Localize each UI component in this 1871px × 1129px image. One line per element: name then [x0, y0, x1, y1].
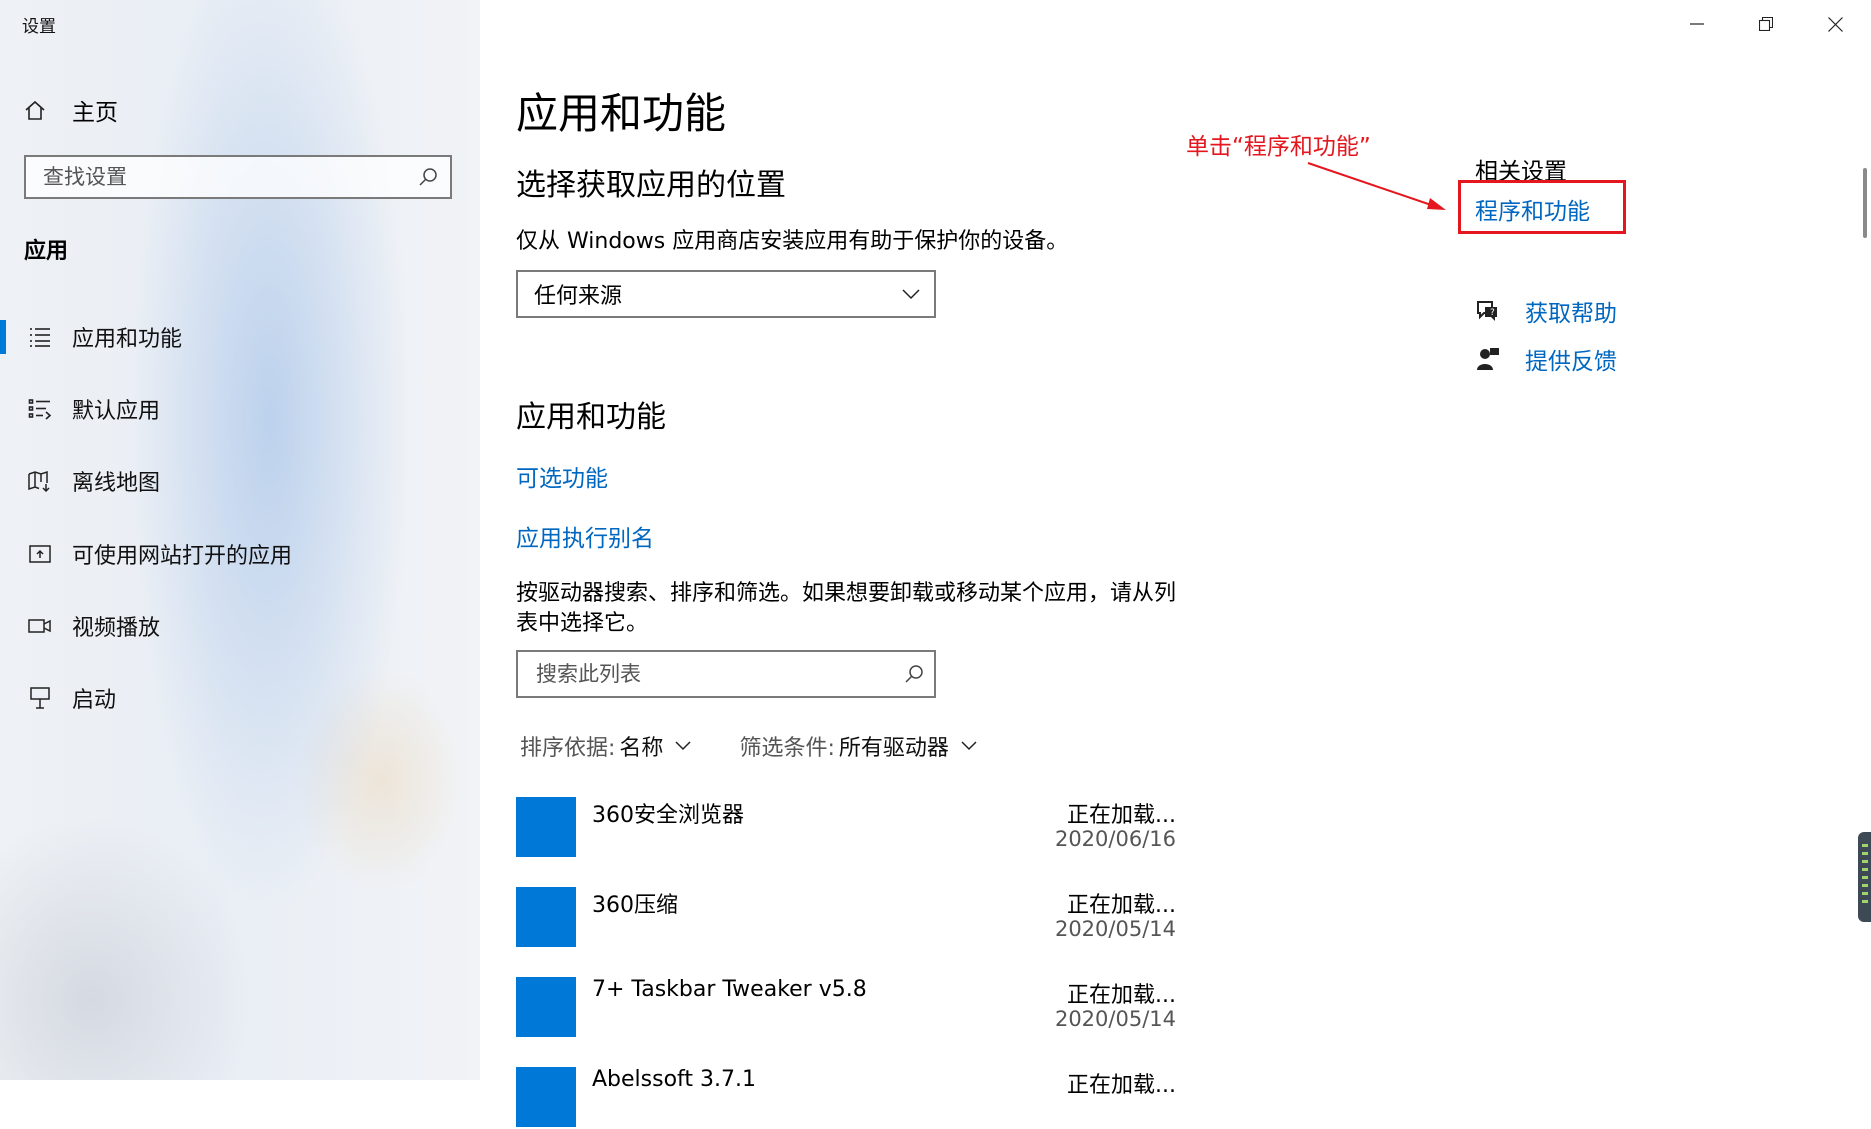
sidebar-item-apps-features[interactable]: 应用和功能	[0, 312, 480, 362]
app-list-item[interactable]: 360压缩 正在加载... 2020/05/14	[516, 887, 1176, 949]
app-list-item[interactable]: 7+ Taskbar Tweaker v5.8 正在加载... 2020/05/…	[516, 977, 1176, 1039]
app-install-date: 2020/05/14	[1054, 917, 1176, 941]
app-list-item[interactable]: 360安全浏览器 正在加载... 2020/06/16	[516, 797, 1176, 859]
restore-icon	[1759, 17, 1773, 31]
sort-value: 名称	[619, 736, 664, 761]
programs-and-features-link[interactable]: 程序和功能	[1475, 192, 1590, 226]
sidebar-item-label: 默认应用	[72, 399, 161, 424]
app-list-search-box[interactable]	[516, 650, 936, 698]
app-icon	[516, 977, 576, 1037]
sort-dropdown[interactable]: 排序依据: 名称	[520, 730, 691, 762]
app-name: 360压缩	[592, 893, 678, 918]
app-aliases-link[interactable]: 应用执行别名	[516, 519, 654, 553]
sidebar: 设置 主页 应用 应用和功能 默认应用 离线地图 可使用网站打	[0, 0, 480, 1080]
search-icon[interactable]	[904, 664, 924, 684]
sidebar-item-apps-for-websites[interactable]: 可使用网站打开的应用	[0, 529, 480, 579]
startup-icon	[22, 685, 58, 711]
close-icon	[1827, 16, 1843, 32]
home-icon	[24, 99, 46, 121]
sort-filter-row: 排序依据: 名称 筛选条件: 所有驱动器	[520, 728, 977, 764]
home-nav-item[interactable]: 主页	[24, 92, 118, 128]
app-install-date: 2020/06/16	[1054, 827, 1176, 851]
get-help-icon: ?	[1475, 298, 1501, 324]
home-label: 主页	[72, 100, 118, 126]
app-list-item[interactable]: Abelssoft 3.7.1 正在加载...	[516, 1067, 1176, 1129]
filter-label: 筛选条件:	[739, 736, 835, 761]
app-name: 7+ Taskbar Tweaker v5.8	[592, 977, 867, 1002]
app-size: 正在加载...	[1067, 893, 1176, 918]
close-button[interactable]	[1801, 0, 1869, 48]
vertical-scrollbar-thumb[interactable]	[1863, 168, 1867, 238]
sidebar-item-label: 离线地图	[72, 471, 161, 496]
minimize-button[interactable]	[1663, 0, 1731, 48]
app-source-dropdown[interactable]: 任何来源	[516, 270, 936, 318]
video-playback-icon	[22, 613, 58, 639]
get-help-label: 获取帮助	[1525, 301, 1617, 327]
feedback-icon	[1475, 346, 1501, 372]
app-icon	[516, 1067, 576, 1127]
app-install-date: 2020/05/14	[1054, 1007, 1176, 1031]
minimize-icon	[1690, 23, 1704, 25]
chevron-down-icon	[902, 288, 920, 299]
get-help-link[interactable]: ? 获取帮助	[1475, 293, 1617, 329]
sidebar-item-label: 视频播放	[72, 616, 161, 641]
page-title: 应用和功能	[516, 89, 727, 138]
chevron-down-icon	[675, 741, 691, 751]
filter-value: 所有驱动器	[838, 736, 949, 761]
optional-features-link[interactable]: 可选功能	[516, 459, 608, 493]
give-feedback-label: 提供反馈	[1525, 349, 1617, 375]
sidebar-item-default-apps[interactable]: 默认应用	[0, 384, 480, 434]
settings-search-input[interactable]	[41, 164, 418, 190]
app-size: 正在加载...	[1067, 983, 1176, 1008]
offline-maps-icon	[22, 468, 58, 494]
apps-features-icon	[22, 324, 58, 350]
svg-text:?: ?	[1490, 308, 1495, 318]
app-icon	[516, 797, 576, 857]
default-apps-icon	[22, 396, 58, 422]
annotation-text: 单击“程序和功能”	[1186, 134, 1371, 160]
app-size: 正在加载...	[1067, 803, 1176, 828]
install-section-heading: 选择获取应用的位置	[516, 168, 786, 203]
sidebar-item-offline-maps[interactable]: 离线地图	[0, 456, 480, 506]
app-icon	[516, 887, 576, 947]
apps-search-description: 按驱动器搜索、排序和筛选。如果想要卸载或移动某个应用，请从列表中选择它。	[516, 581, 1177, 636]
sidebar-item-label: 可使用网站打开的应用	[72, 544, 293, 569]
sidebar-item-label: 启动	[72, 688, 117, 713]
section-title: 应用	[24, 239, 69, 264]
app-name: 360安全浏览器	[592, 803, 744, 828]
apps-section-heading: 应用和功能	[516, 400, 666, 435]
restore-button[interactable]	[1732, 0, 1800, 48]
sort-label: 排序依据:	[520, 736, 616, 761]
sidebar-item-label: 应用和功能	[72, 327, 183, 352]
chevron-down-icon	[961, 741, 977, 751]
sidebar-item-video-playback[interactable]: 视频播放	[0, 601, 480, 651]
search-icon[interactable]	[418, 167, 438, 187]
edge-widget[interactable]	[1858, 832, 1871, 922]
app-list-search-input[interactable]	[534, 661, 904, 687]
give-feedback-link[interactable]: 提供反馈	[1475, 341, 1617, 377]
app-size: 正在加载...	[1067, 1073, 1176, 1098]
filter-dropdown[interactable]: 筛选条件: 所有驱动器	[739, 730, 977, 762]
annotation-arrow	[1307, 162, 1446, 210]
sidebar-item-startup[interactable]: 启动	[0, 673, 480, 723]
window-title: 设置	[22, 17, 56, 37]
dropdown-value: 任何来源	[534, 284, 623, 309]
settings-search-box[interactable]	[24, 155, 452, 199]
install-description: 仅从 Windows 应用商店安装应用有助于保护你的设备。	[516, 229, 1069, 254]
apps-for-websites-icon	[22, 541, 58, 567]
